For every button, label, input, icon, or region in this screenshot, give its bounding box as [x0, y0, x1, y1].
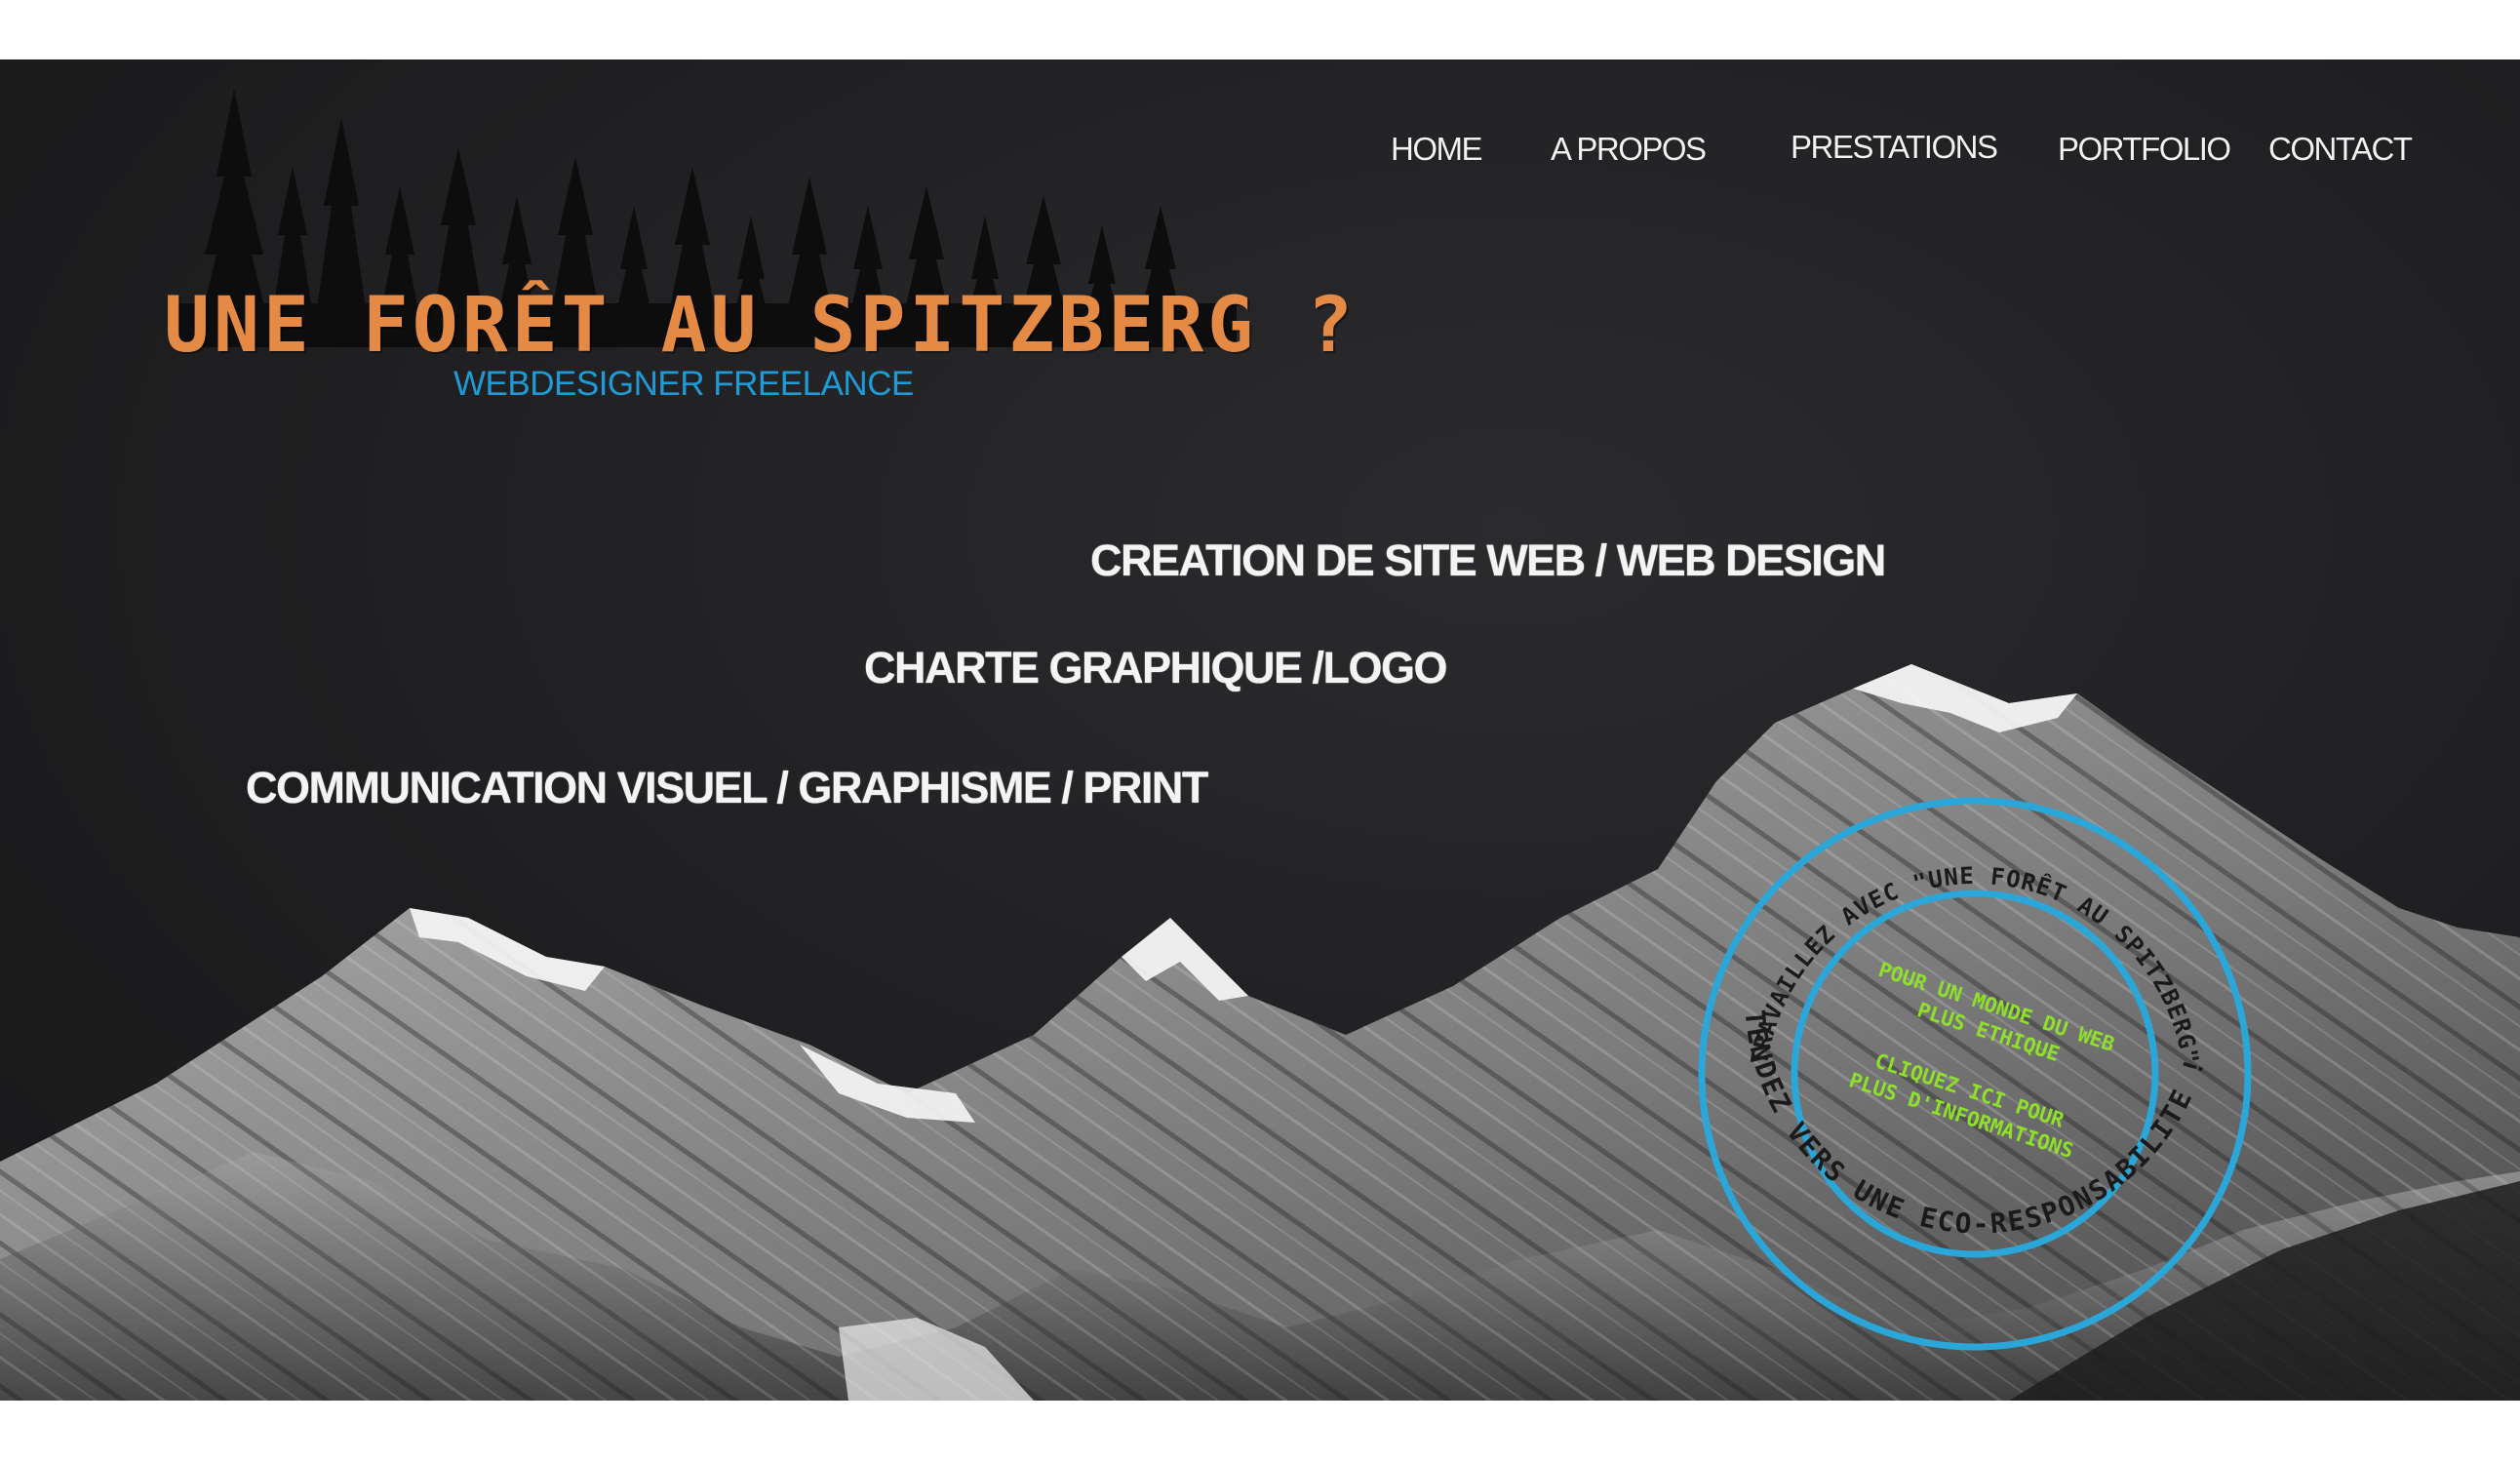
- service-communication: COMMUNICATION VISUEL / GRAPHISME / PRINT: [246, 763, 1208, 812]
- nav-portfolio[interactable]: PORTFOLIO: [2058, 131, 2231, 168]
- logo-subtitle: WEBDESIGNER FREELANCE: [453, 365, 914, 403]
- nav-prestations[interactable]: PRESTATIONS: [1791, 129, 1998, 166]
- nav-contact[interactable]: CONTACT: [2268, 131, 2413, 168]
- logo-title[interactable]: UNE FORÊT AU SPITZBERG ?: [164, 282, 1357, 370]
- nav-apropos[interactable]: A PROPOS: [1551, 131, 1707, 168]
- service-web-design: CREATION DE SITE WEB / WEB DESIGN: [1090, 535, 1886, 585]
- hero-section: HOME A PROPOS PRESTATIONS PORTFOLIO CONT…: [0, 59, 2520, 1401]
- eco-responsibility-badge[interactable]: TRAVAILLEZ AVEC "UNE FORÊT AU SPITZBERG"…: [1673, 771, 2277, 1376]
- main-nav: HOME A PROPOS PRESTATIONS PORTFOLIO CONT…: [0, 129, 2520, 189]
- service-charte-graphique: CHARTE GRAPHIQUE /LOGO: [864, 643, 1448, 692]
- nav-home[interactable]: HOME: [1391, 131, 1483, 168]
